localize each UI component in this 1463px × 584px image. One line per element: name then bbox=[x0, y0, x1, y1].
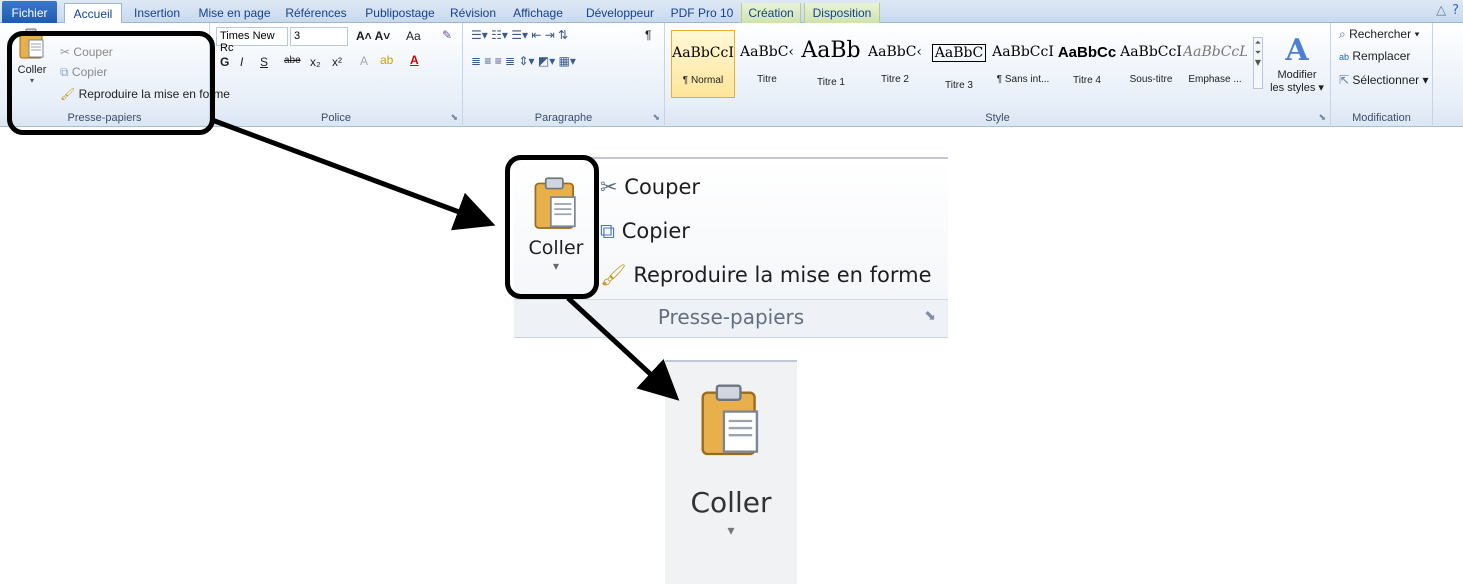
arrow-icon bbox=[211, 117, 680, 401]
arrow-to-zoom1 bbox=[211, 117, 496, 231]
arrow-to-zoom2 bbox=[566, 296, 680, 401]
